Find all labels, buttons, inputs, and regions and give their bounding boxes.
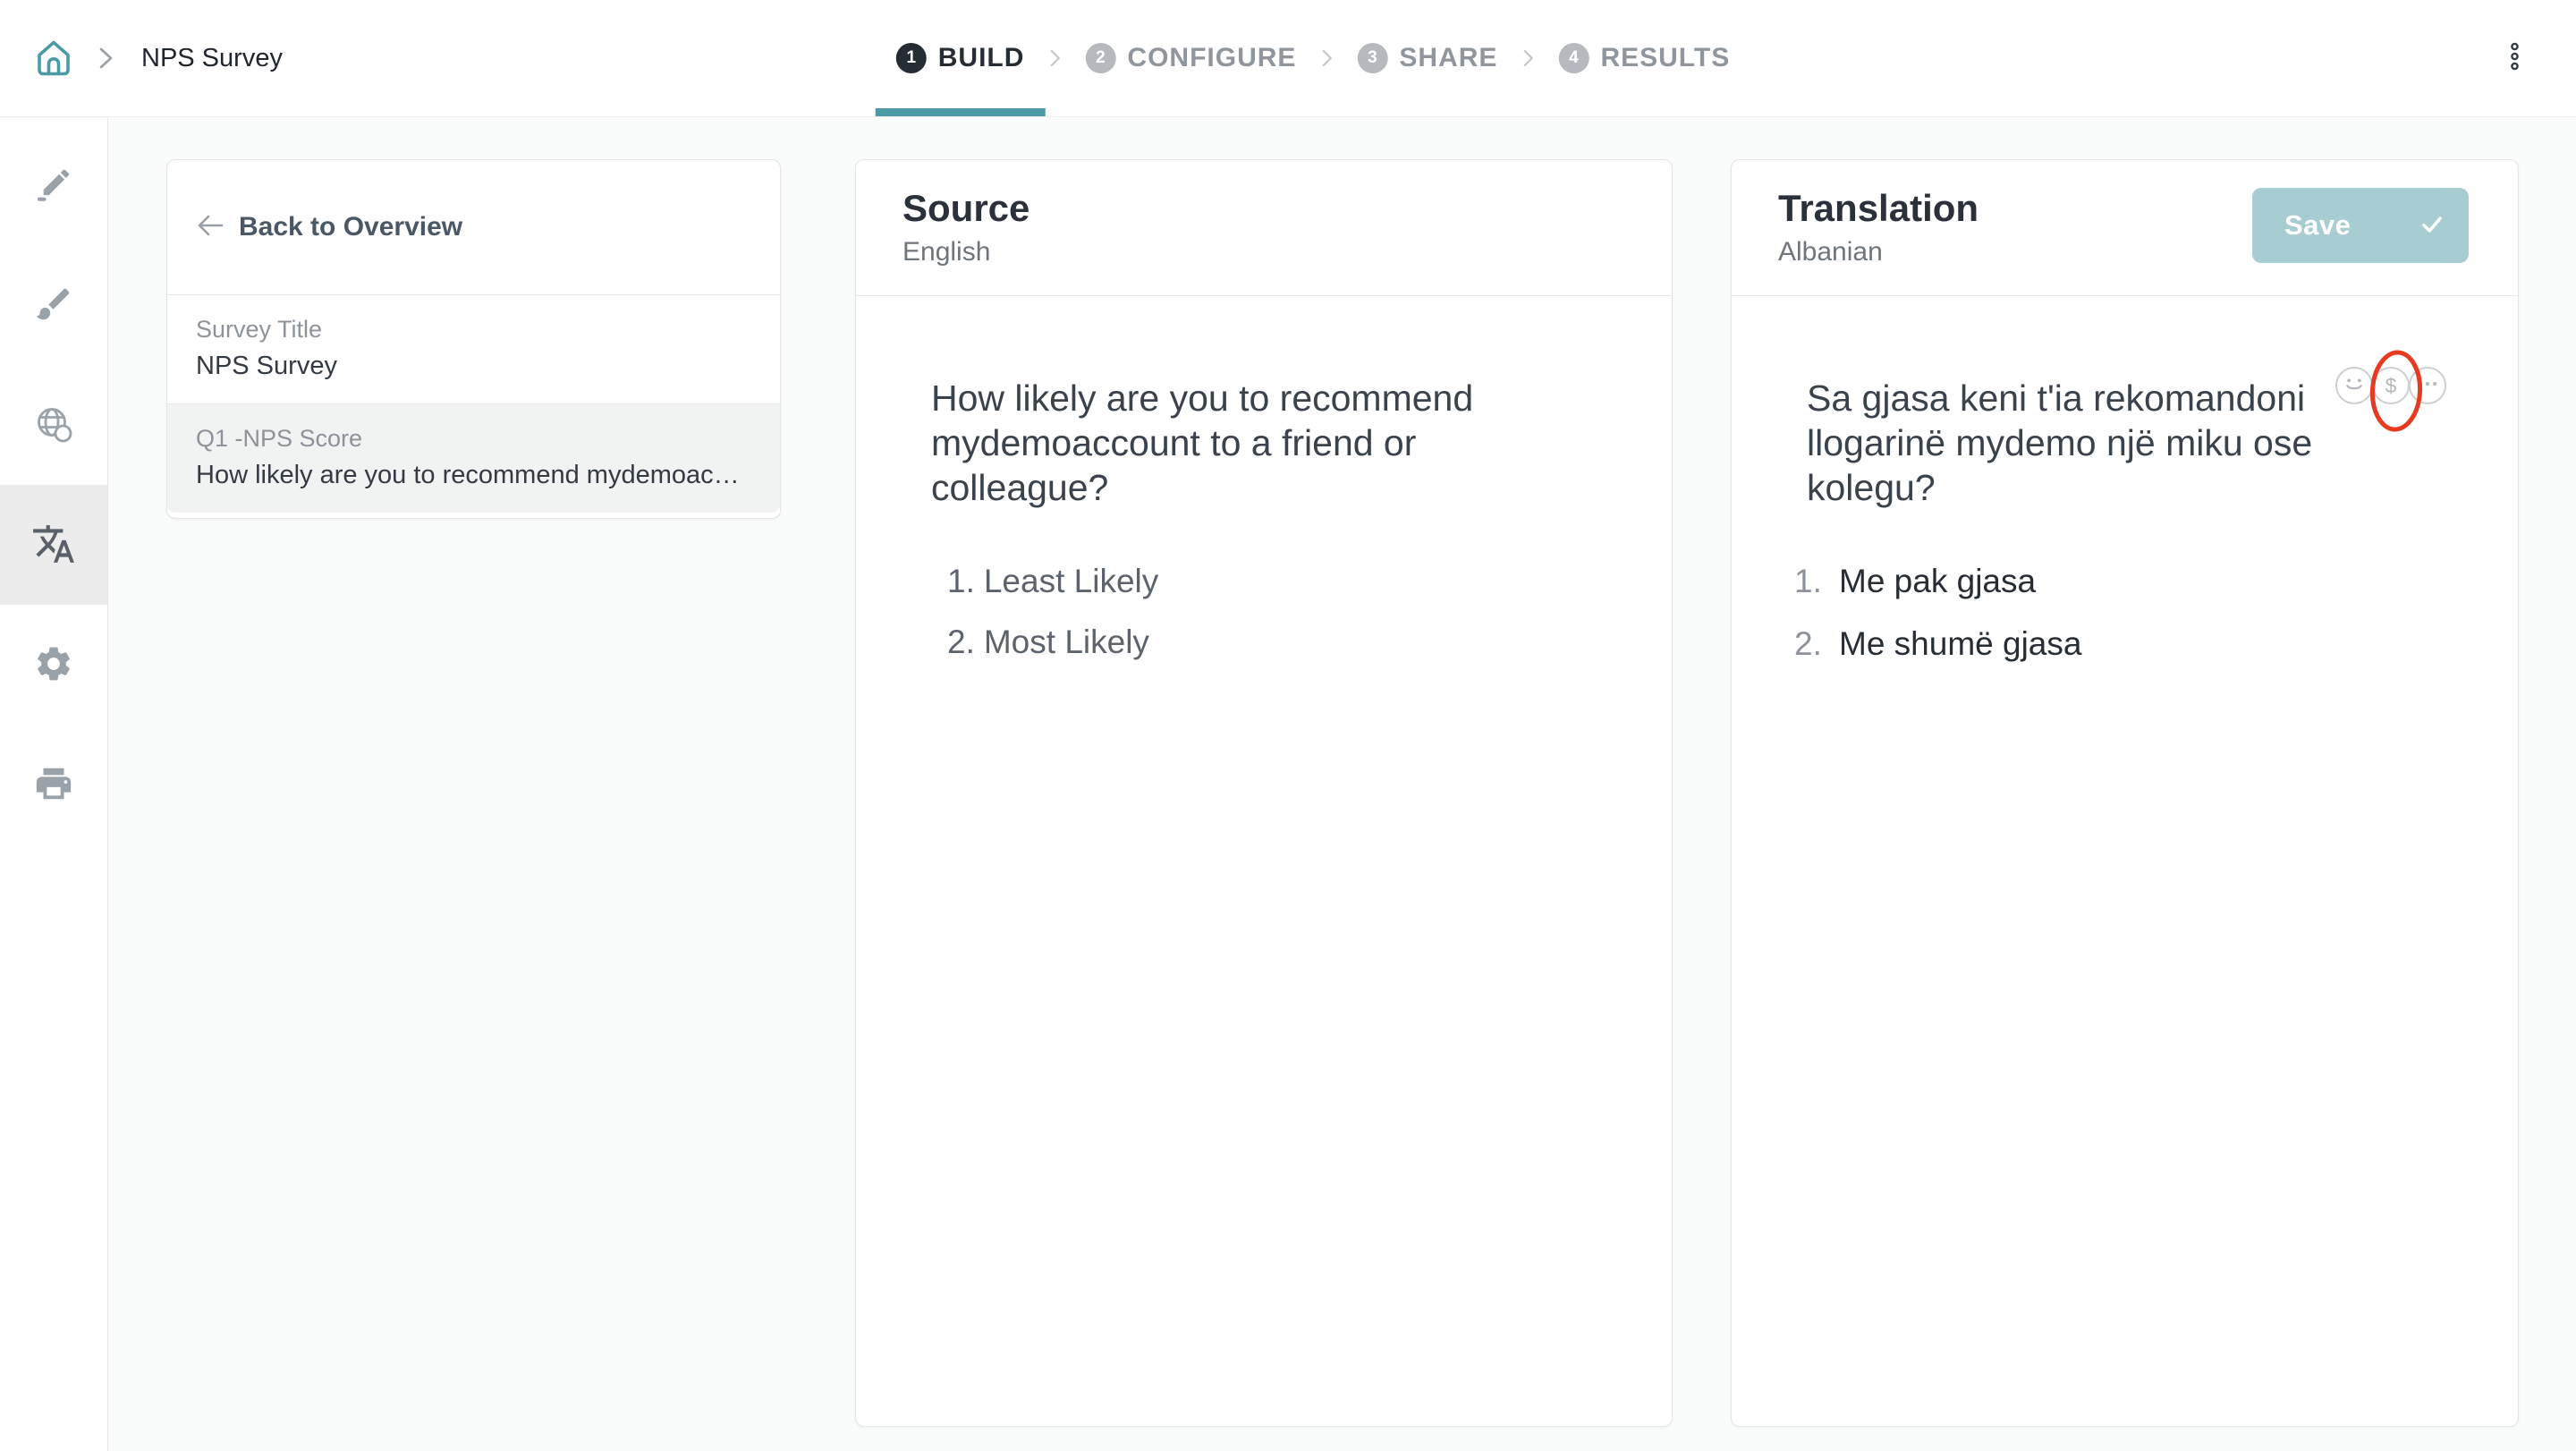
option-number: 2. [1794,624,1822,665]
row-value: NPS Survey [196,352,751,381]
save-button[interactable]: Save [2252,188,2469,263]
source-body: How likely are you to recommend mydemoac… [856,296,1672,663]
paintbrush-icon [33,284,74,327]
smiley-icon [2337,367,2371,405]
step-build[interactable]: 1 BUILD [896,0,1025,116]
breadcrumb: NPS Survey [0,35,283,81]
row-value: How likely are you to recommend mydemoac… [196,461,751,490]
source-panel: Source English How likely are you to rec… [855,159,1673,1427]
ellipsis-icon [2411,367,2445,405]
row-label: Q1 -NPS Score [196,425,751,453]
step-share-label: SHARE [1399,43,1497,73]
main-content: Back to Overview Survey Title NPS Survey… [109,118,2576,1451]
sidebar-item-translations[interactable] [0,485,107,605]
step-build-number: 1 [896,43,927,73]
option-number: 1. [1794,561,1822,602]
source-question-text: How likely are you to recommend mydemoac… [931,376,1627,510]
list-item-survey-title[interactable]: Survey Title NPS Survey [167,295,780,403]
back-arrow-icon [196,214,225,242]
globe-icon [33,403,74,447]
settings-gear-icon [33,643,74,687]
translation-header: Translation Albanian Save [1732,160,2518,296]
currency-button[interactable]: $ [2372,367,2410,404]
more-options-button[interactable] [2504,37,2526,81]
workflow-stepper: 1 BUILD 2 CONFIGURE 3 SHARE 4 RESULTS [896,0,1730,116]
format-toolbar: $ [2335,367,2446,404]
topbar: NPS Survey 1 BUILD 2 CONFIGURE 3 SHARE 4… [0,0,2576,117]
smiley-button[interactable] [2335,367,2373,404]
row-label: Survey Title [196,316,751,344]
step-share-number: 3 [1357,43,1387,73]
home-icon [32,36,75,81]
list-item-q1-nps-score[interactable]: Q1 -NPS Score How likely are you to reco… [167,403,780,513]
step-configure-number: 2 [1085,43,1115,73]
option-number: 1. [947,563,975,599]
translation-option-2[interactable]: 2.Me shumë gjasa [1839,624,2473,665]
translation-panel: Translation Albanian Save Sa gjasa keni … [1731,159,2519,1427]
sidebar-item-theme[interactable] [0,245,107,365]
option-label: Least Likely [984,563,1158,599]
step-results[interactable]: 4 RESULTS [1558,0,1730,116]
option-number: 2. [947,624,975,660]
source-language: English [902,237,1625,267]
step-results-number: 4 [1558,43,1589,73]
source-option-2: 2.Most Likely [947,622,1627,663]
checkmark-icon [2420,213,2444,239]
option-label: Me shumë gjasa [1839,625,2081,662]
breadcrumb-survey-title: NPS Survey [141,44,283,73]
home-button[interactable] [30,35,77,81]
edit-pencil-icon [33,164,74,208]
step-chevron-icon [1048,48,1061,68]
kebab-menu-icon [2509,42,2521,75]
step-build-label: BUILD [938,43,1025,73]
translation-options-list: 1.Me pak gjasa 2.Me shumë gjasa [1839,561,2473,665]
translation-body: Sa gjasa keni t'ia rekomandoni llogarinë… [1732,296,2518,665]
source-option-1: 1.Least Likely [947,561,1627,602]
printer-icon [33,763,74,807]
survey-overview-panel: Back to Overview Survey Title NPS Survey… [166,159,781,519]
tool-sidebar [0,118,108,1451]
option-label: Me pak gjasa [1839,563,2036,599]
step-chevron-icon [1320,48,1333,68]
step-chevron-icon [1521,48,1534,68]
dollar-icon: $ [2385,374,2397,398]
option-label: Most Likely [984,624,1149,660]
source-options-list: 1.Least Likely 2.Most Likely [931,561,1627,663]
step-configure-label: CONFIGURE [1127,43,1296,73]
source-header: Source English [856,160,1672,296]
step-results-label: RESULTS [1600,43,1730,73]
step-share[interactable]: 3 SHARE [1357,0,1497,116]
source-title: Source [902,187,1625,229]
back-to-overview[interactable]: Back to Overview [167,160,780,295]
more-format-button[interactable] [2409,367,2446,404]
back-to-overview-label: Back to Overview [239,212,462,242]
step-configure[interactable]: 2 CONFIGURE [1085,0,1296,116]
save-button-label: Save [2284,209,2351,242]
breadcrumb-chevron-icon [97,44,116,72]
sidebar-item-settings[interactable] [0,605,107,725]
sidebar-item-language[interactable] [0,365,107,485]
translation-option-1[interactable]: 1.Me pak gjasa [1839,561,2473,602]
sidebar-item-edit[interactable] [0,125,107,245]
translate-icon [31,522,76,569]
sidebar-item-print[interactable] [0,725,107,844]
